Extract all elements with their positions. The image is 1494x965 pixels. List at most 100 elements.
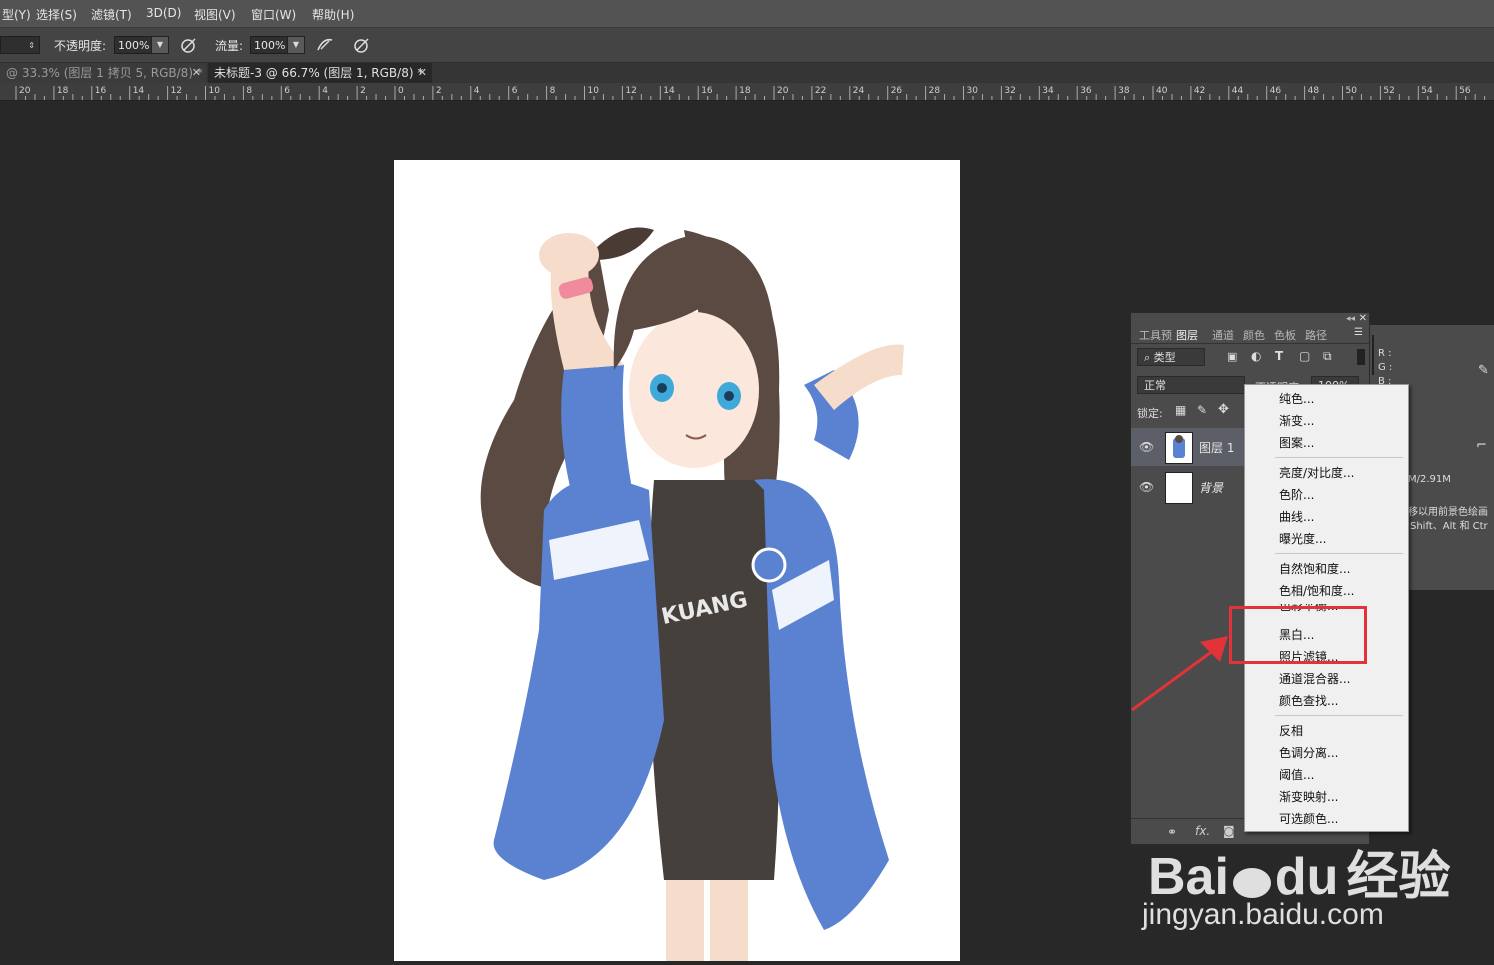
menu-item-hue-saturation[interactable]: 色相/饱和度... bbox=[1279, 582, 1355, 599]
ruler-tick-label: 24 bbox=[853, 86, 865, 96]
ruler-tick-label: 14 bbox=[133, 86, 145, 96]
baidu-watermark: Bai du 经验 jingyan.baidu.com bbox=[1140, 832, 1494, 965]
ruler-tick-label: 8 bbox=[246, 86, 252, 96]
eyedropper-icon[interactable]: ✎ bbox=[1478, 363, 1489, 378]
adjustment-filter-icon[interactable]: ◐ bbox=[1251, 349, 1261, 363]
brush-size-field[interactable]: ⇕ bbox=[0, 36, 40, 54]
flow-dropdown-icon[interactable]: ▼ bbox=[287, 36, 305, 54]
ruler-tick-label: 10 bbox=[588, 86, 600, 96]
layer-filter-select[interactable]: ⌕ 类型 bbox=[1137, 348, 1205, 366]
spinner-icon: ⇕ bbox=[28, 41, 35, 50]
ruler-tick-label: 26 bbox=[891, 86, 903, 96]
ruler-tick-label: 16 bbox=[95, 86, 107, 96]
close-icon[interactable]: ✕ bbox=[418, 63, 427, 83]
opacity-field[interactable]: 100% bbox=[114, 36, 152, 54]
opacity-dropdown-icon[interactable]: ▼ bbox=[151, 36, 169, 54]
menu-help[interactable]: 帮助(H) bbox=[312, 6, 354, 23]
tab-document-2[interactable]: 未标题-3 @ 66.7% (图层 1, RGB/8) * ✕ bbox=[208, 63, 432, 83]
ruler-tick-label: 2 bbox=[436, 86, 442, 96]
menu-item-pattern[interactable]: 图案... bbox=[1279, 434, 1314, 451]
ruler-tick-label: 14 bbox=[663, 86, 675, 96]
close-icon[interactable]: ✕ bbox=[1359, 313, 1367, 324]
ruler-tick-label: 56 bbox=[1459, 86, 1471, 96]
collapse-icon[interactable]: ◂◂ bbox=[1346, 314, 1355, 324]
visibility-eye-icon[interactable]: 👁 bbox=[1139, 440, 1154, 454]
tab-document-1[interactable]: @ 33.3% (图层 1 拷贝 5, RGB/8) * ✕ bbox=[0, 63, 206, 83]
pressure-opacity-icon[interactable] bbox=[179, 35, 199, 55]
close-icon[interactable]: ✕ bbox=[192, 63, 201, 83]
menu-item-invert[interactable]: 反相 bbox=[1279, 722, 1303, 739]
ruler-tick-label: 4 bbox=[322, 86, 328, 96]
tab-document-2-label: 未标题-3 @ 66.7% (图层 1, RGB/8) * bbox=[214, 66, 424, 80]
blend-mode-select[interactable]: 正常 bbox=[1137, 376, 1245, 394]
doc-size: M/2.91M bbox=[1408, 474, 1451, 485]
text-filter-icon[interactable]: T bbox=[1275, 349, 1283, 363]
tab-channels[interactable]: 通道 bbox=[1212, 327, 1234, 343]
tab-color[interactable]: 颜色 bbox=[1243, 327, 1265, 343]
menu-item-vibrance[interactable]: 自然饱和度... bbox=[1279, 560, 1350, 577]
info-r: R : bbox=[1378, 348, 1392, 359]
info-hint-1: 移以用前景色绘画 bbox=[1408, 507, 1488, 518]
menu-item-solid-color[interactable]: 纯色... bbox=[1279, 390, 1314, 407]
ruler-tick-label: 32 bbox=[1004, 86, 1015, 96]
menu-bar: 型(Y) 选择(S) 滤镜(T) 3D(D) 视图(V) 窗口(W) 帮助(H) bbox=[0, 0, 1494, 28]
shape-filter-icon[interactable]: ▢ bbox=[1299, 349, 1310, 363]
menu-item-color-lookup[interactable]: 颜色查找... bbox=[1279, 692, 1338, 709]
airbrush-icon[interactable] bbox=[315, 35, 335, 55]
filter-toggle[interactable] bbox=[1357, 349, 1365, 365]
ruler-tick-label: 22 bbox=[815, 86, 826, 96]
menu-view[interactable]: 视图(V) bbox=[194, 6, 236, 23]
pressure-size-icon[interactable] bbox=[352, 35, 372, 55]
smart-object-filter-icon[interactable]: ⧉ bbox=[1323, 349, 1332, 364]
ruler-tick-label: 52 bbox=[1383, 86, 1394, 96]
ruler-tick-label: 10 bbox=[209, 86, 221, 96]
menu-3d[interactable]: 3D(D) bbox=[146, 6, 181, 20]
transform-icon[interactable]: ⌐ bbox=[1476, 438, 1487, 453]
ruler-tick-label: 2 bbox=[360, 86, 366, 96]
menu-item-posterize[interactable]: 色调分离... bbox=[1279, 744, 1338, 761]
ruler-tick-label: 0 bbox=[398, 86, 404, 96]
menu-filter[interactable]: 滤镜(T) bbox=[91, 6, 132, 23]
menu-item-threshold[interactable]: 阈值... bbox=[1279, 766, 1314, 783]
search-icon: ⌕ bbox=[1144, 351, 1151, 364]
info-g: G : bbox=[1378, 362, 1393, 373]
ruler-tick-label: 20 bbox=[19, 86, 31, 96]
menu-item-selective-color[interactable]: 可选颜色... bbox=[1279, 810, 1338, 827]
lock-move-icon[interactable]: ✥ bbox=[1218, 402, 1229, 417]
ruler-tick-label: 46 bbox=[1270, 86, 1282, 96]
tab-paths[interactable]: 路径 bbox=[1305, 327, 1327, 343]
layer-name: 图层 1 bbox=[1199, 441, 1235, 455]
layer-thumbnail bbox=[1165, 472, 1193, 504]
ruler-tick-label: 48 bbox=[1308, 86, 1320, 96]
panel-menu-icon[interactable]: ☰ bbox=[1354, 327, 1363, 338]
ruler-tick-label: 18 bbox=[57, 86, 69, 96]
flow-label: 流量: bbox=[215, 39, 244, 53]
ruler-tick-label: 50 bbox=[1346, 86, 1358, 96]
menu-item-curves[interactable]: 曲线... bbox=[1279, 508, 1314, 525]
ruler-tick-label: 40 bbox=[1156, 86, 1168, 96]
lock-paint-icon[interactable]: ✎ bbox=[1197, 403, 1207, 417]
tab-swatches[interactable]: 色板 bbox=[1274, 327, 1296, 343]
menu-type[interactable]: 型(Y) bbox=[2, 6, 31, 23]
image-filter-icon[interactable]: ▣ bbox=[1227, 350, 1237, 363]
ruler-tick-label: 38 bbox=[1118, 86, 1130, 96]
menu-select[interactable]: 选择(S) bbox=[36, 6, 77, 23]
menu-window[interactable]: 窗口(W) bbox=[251, 6, 296, 23]
menu-item-brightness-contrast[interactable]: 亮度/对比度... bbox=[1279, 464, 1355, 481]
flow-field[interactable]: 100% bbox=[250, 36, 288, 54]
menu-item-levels[interactable]: 色阶... bbox=[1279, 486, 1314, 503]
tab-tool-presets[interactable]: 工具预 bbox=[1139, 327, 1172, 343]
menu-item-gradient-map[interactable]: 渐变映射... bbox=[1279, 788, 1338, 805]
watermark-url: jingyan.baidu.com bbox=[1142, 898, 1384, 931]
menu-item-channel-mixer[interactable]: 通道混合器... bbox=[1279, 670, 1350, 687]
layer-thumbnail bbox=[1165, 432, 1193, 464]
lock-transparent-icon[interactable]: ▦ bbox=[1175, 403, 1186, 417]
layer-filter-value: 类型 bbox=[1153, 351, 1176, 364]
document-canvas[interactable]: KUANG bbox=[394, 160, 960, 961]
menu-item-gradient[interactable]: 渐变... bbox=[1279, 412, 1314, 429]
tab-layers[interactable]: 图层 bbox=[1176, 327, 1198, 343]
document-tabs: @ 33.3% (图层 1 拷贝 5, RGB/8) * ✕ 未标题-3 @ 6… bbox=[0, 63, 1494, 83]
menu-item-exposure[interactable]: 曝光度... bbox=[1279, 530, 1326, 547]
horizontal-ruler[interactable]: 20 18 16 14 12 10 8 6 4 2 0 2 4 6 8 10 12 14 16 18 20 22 24 26 2… bbox=[0, 83, 1494, 101]
visibility-eye-icon[interactable]: 👁 bbox=[1139, 480, 1154, 494]
